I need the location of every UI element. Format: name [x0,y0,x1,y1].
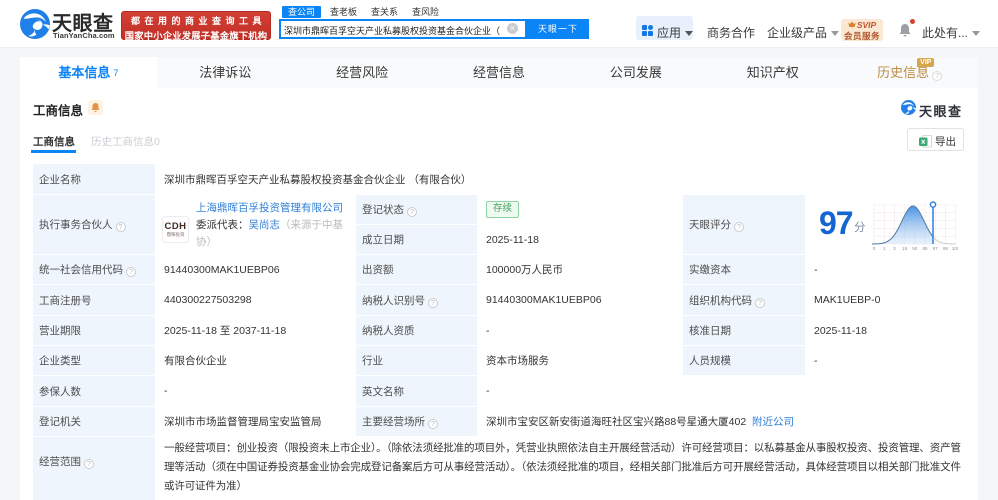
svg-text:3: 3 [893,246,896,251]
svg-text:50: 50 [912,246,918,251]
svg-text:85: 85 [922,246,928,251]
svg-text:97: 97 [933,246,939,251]
svg-text:0: 0 [873,246,876,251]
svg-text:15: 15 [902,246,908,251]
svg-text:1: 1 [883,246,886,251]
svg-text:100: 100 [952,246,958,251]
svg-text:99: 99 [943,246,949,251]
